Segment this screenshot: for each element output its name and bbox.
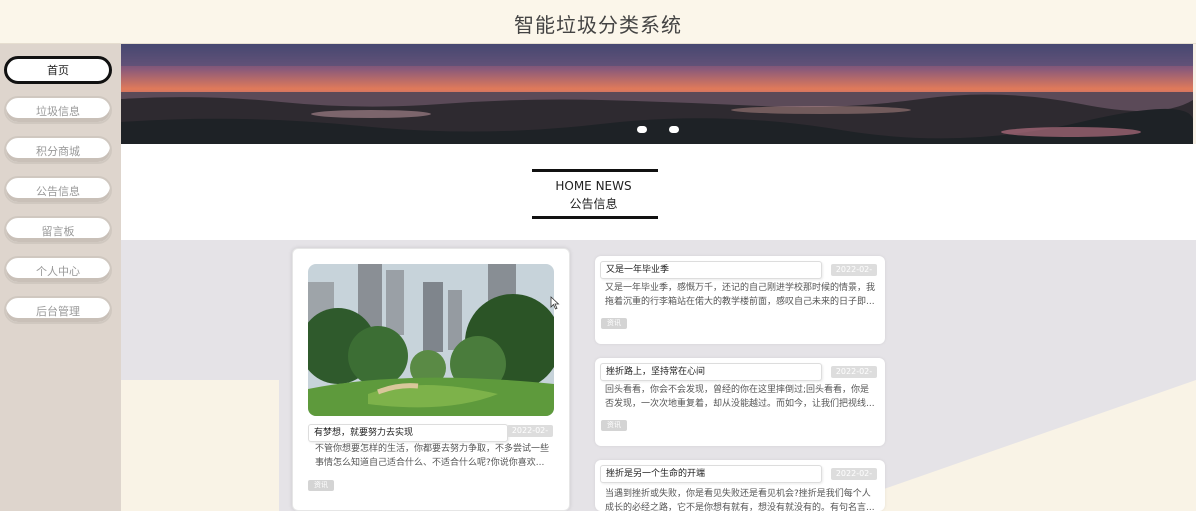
sidebar-item-admin[interactable]: 后台管理 [4,296,112,324]
sidebar-item-home[interactable]: 首页 [4,56,112,84]
carousel-dot-2[interactable] [669,126,679,133]
news-card[interactable]: 挫折是另一个生命的开端 2022-02-18 当遇到挫折或失败，你是看见失败还是… [595,460,885,511]
featured-news-excerpt: 不管你想要怎样的生活，你都要去努力争取，不多尝试一些事情怎么知道自己适合什么、不… [315,444,550,468]
news-card-title[interactable]: 挫折路上，坚持常在心间 [600,363,822,381]
section-title-en: HOME NEWS [555,179,632,193]
news-section-header: HOME NEWS 公告信息 [121,144,1196,240]
banner-image [121,44,1193,144]
top-header: 智能垃圾分类系统 [0,0,1196,44]
sidebar-item-personal-center[interactable]: 个人中心 [4,256,112,284]
banner-carousel[interactable] [121,44,1193,144]
divider-bottom [532,216,658,219]
mouse-cursor-icon [550,296,560,310]
featured-news-card[interactable]: 有梦想，就要努力去实现 2022-02-18 不管你想要怎样的生活，你都要去努力… [292,248,570,511]
divider-top [532,169,658,172]
sidebar-item-announcements[interactable]: 公告信息 [4,176,112,204]
news-card-date: 2022-02-18 [831,468,877,490]
news-card-date: 2022-02-18 [831,366,877,388]
news-card-tag: 资讯 [601,420,627,431]
sidebar-item-garbage-info[interactable]: 垃圾信息 [4,96,112,124]
section-title-cn: 公告信息 [569,197,618,211]
news-card-excerpt: 当遇到挫折或失败，你是看见失败还是看见机会?挫折是我们每个人成长的必经之路，它不… [605,489,875,511]
news-card-tag: 资讯 [601,318,627,329]
news-card-title[interactable]: 又是一年毕业季 [600,261,822,279]
news-card-date: 2022-02-18 [831,264,877,286]
news-card-excerpt: 回头看看，你会不会发现，曾经的你在这里摔倒过;回头看看，你是否发现，一次次地重复… [605,385,875,409]
featured-news-image [308,264,554,416]
carousel-dot-1[interactable] [637,126,647,133]
app-title: 智能垃圾分类系统 [514,13,682,37]
featured-news-title[interactable]: 有梦想，就要努力去实现 [308,424,508,442]
sidebar-item-message-board[interactable]: 留言板 [4,216,112,244]
news-card-excerpt: 又是一年毕业季，感慨万千，还记的自己刚进学校那时候的情景，我拖着沉重的行李箱站在… [605,283,876,307]
featured-news-date: 2022-02-18 [507,425,553,447]
sidebar-item-points-mall[interactable]: 积分商城 [4,136,112,164]
news-card[interactable]: 挫折路上，坚持常在心间 2022-02-18 回头看看，你会不会发现，曾经的你在… [595,358,885,446]
sidebar-nav: 首页 垃圾信息 积分商城 公告信息 留言板 个人中心 后台管理 [0,44,121,511]
featured-news-tag: 资讯 [308,480,334,491]
news-card-title[interactable]: 挫折是另一个生命的开端 [600,465,822,483]
news-card[interactable]: 又是一年毕业季 2022-02-18 又是一年毕业季，感慨万千，还记的自己刚进学… [595,256,885,344]
